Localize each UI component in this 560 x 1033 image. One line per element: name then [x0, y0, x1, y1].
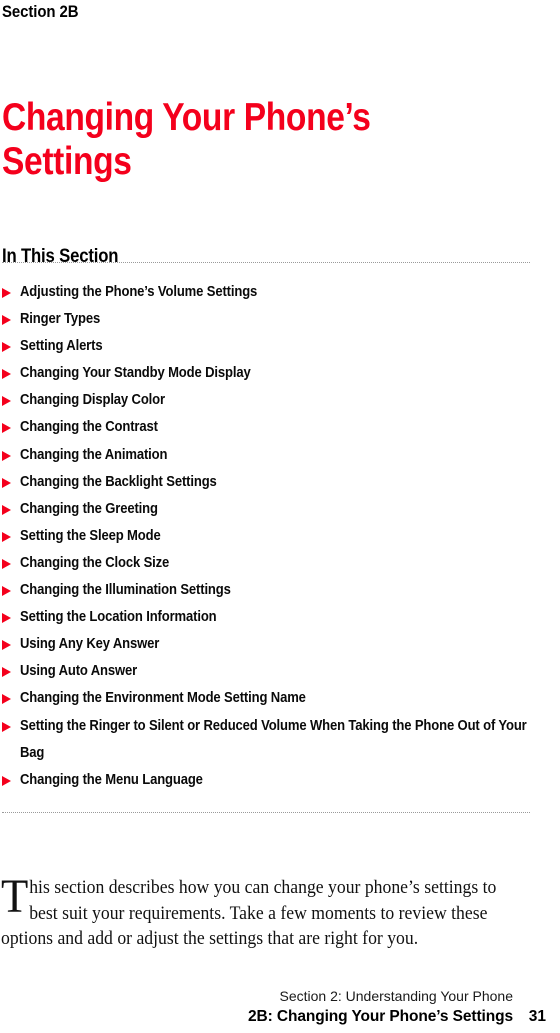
list-item-label: Adjusting the Phone’s Volume Settings: [20, 284, 258, 300]
list-item-label: Using Any Key Answer: [20, 636, 160, 653]
list-item-label: Setting the Sleep Mode: [20, 527, 161, 544]
divider-bottom: [2, 812, 530, 814]
list-item[interactable]: Setting the Ringer to Silent or Reduced …: [0, 713, 545, 767]
list-item-label: Setting the Ringer to Silent or Reduced …: [20, 717, 527, 761]
list-item[interactable]: Changing the Clock Size: [0, 550, 545, 577]
drop-cap: T: [1, 870, 29, 923]
list-item-label: Setting Alerts: [20, 338, 103, 355]
triangle-bullet-icon: [2, 504, 11, 515]
list-item[interactable]: Adjusting the Phone’s Volume Settings: [0, 279, 545, 306]
footer-chapter-line: 2B: Changing Your Phone’s Settings: [248, 1008, 513, 1025]
in-this-section-list: Adjusting the Phone’s Volume Settings Ri…: [0, 279, 545, 794]
triangle-bullet-icon: [2, 694, 11, 705]
page-number: 31: [528, 1008, 546, 1025]
list-item[interactable]: Changing the Menu Language: [0, 767, 545, 794]
triangle-bullet-icon: [2, 586, 11, 597]
triangle-bullet-icon: [2, 477, 11, 488]
triangle-bullet-icon: [2, 531, 11, 542]
footer-section-line: Section 2: Understanding Your Phone: [279, 988, 513, 1004]
manual-page: Section 2B Changing Your Phone’s Setting…: [0, 0, 560, 1033]
list-item-label: Changing Your Standby Mode Display: [20, 365, 251, 382]
triangle-bullet-icon: [2, 613, 11, 624]
intro-paragraph: This section describes how you can chang…: [1, 870, 503, 952]
list-item-label: Changing the Greeting: [20, 500, 158, 517]
page-title: Changing Your Phone’s Settings: [2, 96, 371, 184]
triangle-bullet-icon: [2, 369, 11, 380]
triangle-bullet-icon: [2, 288, 11, 298]
list-item[interactable]: Setting the Sleep Mode: [0, 523, 545, 550]
list-item[interactable]: Changing Your Standby Mode Display: [0, 360, 545, 387]
list-item-label: Changing the Backlight Settings: [20, 473, 217, 490]
list-item-label: Ringer Types: [20, 311, 101, 328]
triangle-bullet-icon: [2, 721, 11, 732]
list-item-label: Changing the Illumination Settings: [20, 582, 231, 599]
triangle-bullet-icon: [2, 315, 11, 326]
triangle-bullet-icon: [2, 667, 11, 678]
page-footer: Section 2: Understanding Your Phone 2B: …: [0, 988, 560, 1033]
list-item[interactable]: Changing the Illumination Settings: [0, 577, 545, 604]
triangle-bullet-icon: [2, 558, 11, 569]
triangle-bullet-icon: [2, 775, 11, 786]
list-item-label: Changing the Menu Language: [20, 771, 203, 788]
divider-top: [2, 262, 530, 264]
list-item-label: Changing the Contrast: [20, 419, 158, 436]
list-item[interactable]: Setting the Location Information: [0, 604, 545, 631]
list-item-label: Changing the Animation: [20, 446, 168, 463]
list-item[interactable]: Using Any Key Answer: [0, 631, 545, 658]
list-item[interactable]: Using Auto Answer: [0, 658, 545, 685]
list-item[interactable]: Setting Alerts: [0, 333, 545, 360]
list-item[interactable]: Ringer Types: [0, 306, 545, 333]
triangle-bullet-icon: [2, 640, 11, 651]
triangle-bullet-icon: [2, 342, 11, 353]
list-item-label: Setting the Location Information: [20, 609, 217, 626]
section-label: Section 2B: [2, 2, 79, 21]
triangle-bullet-icon: [2, 450, 11, 461]
list-item[interactable]: Changing the Animation: [0, 442, 545, 469]
list-item[interactable]: Changing Display Color: [0, 387, 545, 414]
list-item-label: Changing the Clock Size: [20, 554, 170, 571]
intro-text: his section describes how you can change…: [1, 877, 497, 949]
list-item-label: Using Auto Answer: [20, 663, 138, 680]
list-item-label: Changing the Environment Mode Setting Na…: [20, 690, 306, 707]
list-item[interactable]: Changing the Contrast: [0, 414, 545, 441]
triangle-bullet-icon: [2, 423, 11, 434]
in-this-section-heading: In This Section: [2, 245, 119, 267]
list-item[interactable]: Changing the Environment Mode Setting Na…: [0, 685, 545, 712]
list-item[interactable]: Changing the Backlight Settings: [0, 469, 545, 496]
list-item-label: Changing Display Color: [20, 392, 165, 409]
list-item[interactable]: Changing the Greeting: [0, 496, 545, 523]
triangle-bullet-icon: [2, 396, 11, 407]
